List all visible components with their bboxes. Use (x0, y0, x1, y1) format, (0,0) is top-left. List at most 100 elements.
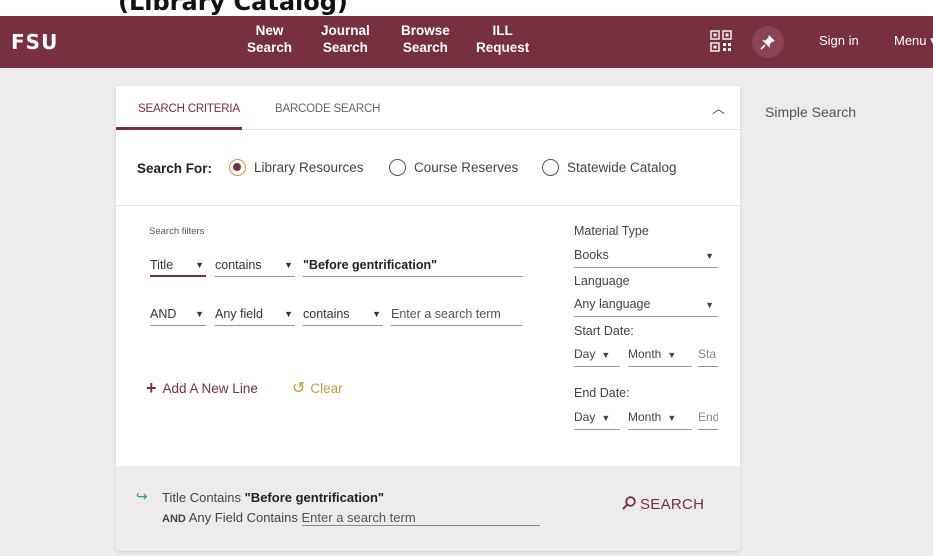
caret-down-icon: ▼ (372, 309, 381, 319)
day-value: Day (574, 410, 596, 424)
query-summary: ↪ Title Contains "Before gentrification"… (116, 466, 740, 551)
field-select-row1[interactable]: Title ▼ (150, 257, 206, 277)
end-day-select[interactable]: Day ▼ (574, 408, 620, 430)
summary-term-input[interactable]: Enter a search term (301, 510, 540, 526)
start-day-select[interactable]: Day ▼ (574, 345, 620, 367)
summary-term: "Before gentrification" (244, 490, 385, 505)
add-new-line-button[interactable]: + Add A New Line (146, 378, 258, 399)
radio-label: Statewide Catalog (567, 160, 677, 175)
plus-icon: + (146, 378, 157, 398)
chevron-up-icon[interactable]: ︿ (712, 98, 725, 117)
nav-journal-search-line2: Search (322, 40, 368, 55)
operator-value: contains (215, 258, 262, 272)
nav-new-search-line2: Search (247, 40, 293, 55)
start-month-select[interactable]: Month ▼ (628, 345, 692, 367)
undo-icon: ↺ (292, 380, 306, 397)
field-value: Title (150, 258, 174, 272)
boolean-select-row2[interactable]: AND ▼ (150, 306, 206, 326)
pin-button[interactable] (752, 26, 784, 58)
sign-in-link[interactable]: Sign in (819, 33, 859, 48)
menu-button[interactable]: Menu ▾ (894, 33, 933, 49)
radio-unchecked-icon (542, 159, 559, 176)
summary-field: Title (162, 490, 187, 505)
month-value: Month (628, 347, 662, 361)
language-value: Any language (574, 297, 651, 311)
material-type-select[interactable]: Books ▼ (574, 246, 718, 268)
search-for-section: Search For: Library Resources Course Res… (116, 130, 740, 206)
boolean-value: AND (150, 307, 177, 321)
clear-label: Clear (310, 381, 343, 396)
end-month-select[interactable]: Month ▼ (628, 408, 692, 430)
search-filters-title: Search filters (149, 226, 205, 237)
search-term-row2[interactable]: Enter a search term (391, 306, 523, 326)
fsu-logo[interactable]: FSU (11, 30, 58, 54)
field-select-row2[interactable]: Any field ▼ (215, 306, 295, 326)
radio-course-reserves[interactable]: Course Reserves (389, 159, 518, 176)
caret-down-icon: ▼ (705, 300, 714, 310)
summary-operator: Contains (246, 510, 298, 525)
nav-browse-search-line1: Browse (401, 23, 450, 38)
search-card: SEARCH CRITERIA BARCODE SEARCH ︿ Search … (116, 86, 740, 551)
page-heading: (Library Catalog) (118, 0, 348, 16)
search-icon (622, 496, 636, 510)
summary-line2: AND Any Field Contains Enter a search te… (162, 510, 540, 526)
qr-code-icon[interactable] (710, 30, 732, 52)
caret-down-icon: ▼ (284, 260, 293, 270)
radio-label: Course Reserves (414, 160, 519, 175)
top-navbar: FSU New Search Journal Search Browse Sea… (0, 16, 933, 68)
nav-journal-search-line1: Journal (321, 23, 370, 38)
caret-down-icon: ▼ (705, 251, 714, 261)
caret-down-icon: ▼ (195, 260, 204, 270)
caret-down-icon: ▼ (284, 309, 293, 319)
search-button-label: SEARCH (640, 496, 705, 513)
arrow-right-icon: ↪ (136, 488, 148, 504)
operator-select-row2[interactable]: contains ▼ (303, 306, 383, 326)
add-new-line-label: Add A New Line (162, 381, 258, 396)
language-label: Language (574, 274, 630, 288)
field-value: Any field (215, 307, 263, 321)
nav-browse-search[interactable]: Browse Search (397, 22, 454, 62)
top-strip: (Library Catalog) (0, 0, 933, 16)
simple-search-link[interactable]: Simple Search (765, 104, 856, 120)
radio-label: Library Resources (254, 160, 364, 175)
search-for-label: Search For: (137, 161, 213, 176)
clear-button[interactable]: ↺ Clear (292, 378, 343, 398)
pin-icon (760, 35, 775, 50)
summary-boolean: AND (162, 513, 186, 525)
caret-down-icon: ▼ (601, 413, 611, 423)
summary-operator: Contains (189, 490, 242, 505)
end-date-label: End Date: (574, 386, 630, 400)
material-type-value: Books (574, 248, 609, 262)
radio-statewide-catalog[interactable]: Statewide Catalog (542, 159, 677, 176)
menu-label: Menu (894, 33, 927, 48)
operator-select-row1[interactable]: contains ▼ (215, 257, 295, 277)
nav-ill-request[interactable]: ILL Request (472, 22, 533, 62)
search-term-row1[interactable]: "Before gentrification" (303, 257, 523, 277)
nav-new-search[interactable]: New Search (243, 22, 296, 62)
radio-library-resources[interactable]: Library Resources (229, 159, 364, 176)
start-year-input[interactable]: Sta (698, 345, 718, 367)
caret-down-icon: ▼ (195, 309, 204, 319)
language-select[interactable]: Any language ▼ (574, 295, 718, 317)
end-year-input[interactable]: End (698, 408, 718, 430)
summary-line1: Title Contains "Before gentrification" (162, 490, 384, 505)
caret-down-icon: ▼ (667, 413, 677, 423)
month-value: Month (628, 410, 662, 424)
nav-ill-request-line1: ILL (492, 23, 513, 38)
nav-ill-request-line2: Request (476, 40, 530, 55)
day-value: Day (574, 347, 596, 361)
radio-checked-icon (229, 159, 246, 176)
tab-search-criteria[interactable]: SEARCH CRITERIA (138, 103, 240, 115)
summary-field: Any Field (188, 510, 243, 525)
material-type-label: Material Type (574, 224, 649, 238)
nav-new-search-line1: New (255, 23, 284, 38)
caret-down-icon: ▼ (667, 350, 677, 360)
caret-down-icon: ▼ (601, 350, 611, 360)
operator-value: contains (303, 307, 350, 321)
radio-unchecked-icon (389, 159, 406, 176)
search-button[interactable]: SEARCH (622, 496, 704, 513)
nav-journal-search[interactable]: Journal Search (317, 22, 374, 62)
tab-barcode-search[interactable]: BARCODE SEARCH (275, 103, 380, 115)
start-date-label: Start Date: (574, 324, 634, 338)
search-tabs: SEARCH CRITERIA BARCODE SEARCH ︿ (116, 86, 740, 130)
